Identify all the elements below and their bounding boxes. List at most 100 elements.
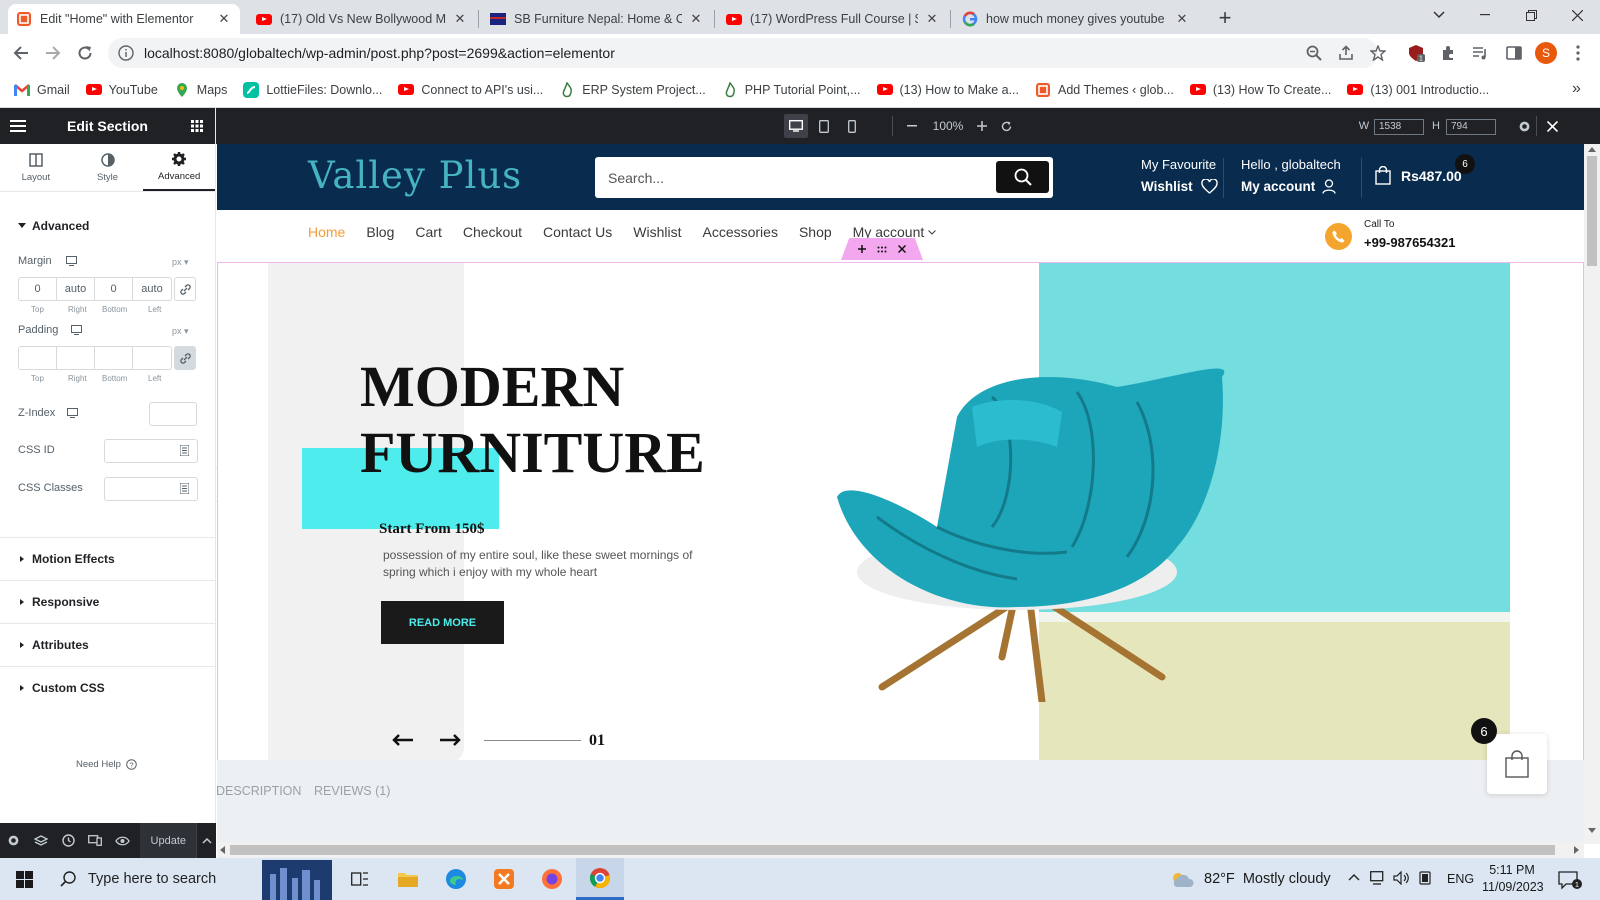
reload-icon[interactable] xyxy=(72,40,98,66)
close-icon[interactable]: ✕ xyxy=(452,11,468,27)
margin-right-input[interactable]: auto xyxy=(57,278,95,300)
navigator-layers-icon[interactable] xyxy=(27,823,54,858)
tab-advanced[interactable]: Advanced xyxy=(143,144,216,191)
header-cart[interactable]: Rs487.00 xyxy=(1375,166,1462,185)
bookmark-add-themes[interactable]: Add Themes ‹ glob... xyxy=(1035,82,1174,98)
profile-avatar[interactable]: S xyxy=(1534,41,1558,65)
bookmark-youtube[interactable]: YouTube xyxy=(85,82,158,98)
share-icon[interactable] xyxy=(1334,41,1358,65)
history-icon[interactable] xyxy=(54,823,81,858)
chevron-up-icon[interactable] xyxy=(1348,873,1360,881)
menu-kebab-icon[interactable] xyxy=(1566,41,1590,65)
system-clock[interactable]: 5:11 PM 11/09/2023 xyxy=(1482,862,1544,896)
delete-section-icon[interactable] xyxy=(897,245,906,253)
next-arrow-icon[interactable] xyxy=(439,734,461,746)
url-text[interactable]: localhost:8080/globaltech/wp-admin/post.… xyxy=(144,45,615,61)
widgets-grid-icon[interactable] xyxy=(191,120,203,132)
my-account-link[interactable]: My account xyxy=(1241,179,1336,194)
input-language[interactable]: ENG xyxy=(1447,872,1474,886)
site-info-icon[interactable] xyxy=(118,45,134,61)
edge-browser-icon[interactable] xyxy=(432,858,480,900)
dynamic-tags-icon[interactable] xyxy=(180,483,189,494)
bookmark-gmail[interactable]: Gmail xyxy=(14,82,70,98)
taskbar-search-box[interactable]: Type here to search xyxy=(48,858,334,900)
minimize-button[interactable] xyxy=(1462,0,1508,30)
vertical-scrollbar[interactable] xyxy=(1584,144,1600,844)
back-arrow-icon[interactable] xyxy=(8,40,34,66)
browser-tab-wordpress-course[interactable]: (17) WordPress Full Course | $300 ✕ xyxy=(718,4,948,34)
network-icon[interactable] xyxy=(1370,871,1387,885)
call-number[interactable]: +99-987654321 xyxy=(1364,235,1455,250)
floating-cart-button[interactable] xyxy=(1487,734,1547,794)
horizontal-scroll-thumb[interactable] xyxy=(230,845,1555,855)
attributes-section[interactable]: Attributes xyxy=(0,623,216,666)
mobile-view-icon[interactable] xyxy=(840,114,864,138)
menu-item-home[interactable]: Home xyxy=(308,224,345,240)
menu-item-blog[interactable]: Blog xyxy=(366,224,394,240)
motion-effects-section[interactable]: Motion Effects xyxy=(0,537,216,580)
padding-top-input[interactable] xyxy=(19,347,57,369)
bookmark-how-to-create[interactable]: (13) How To Create... xyxy=(1189,82,1331,98)
restore-button[interactable] xyxy=(1508,0,1554,30)
bookmark-connect-api[interactable]: Connect to API's usi... xyxy=(398,82,543,98)
menu-item-cart[interactable]: Cart xyxy=(415,224,441,240)
bookmark-lottiefiles[interactable]: LottieFiles: Downlo... xyxy=(243,81,382,98)
zoom-out-icon[interactable] xyxy=(902,114,922,138)
custom-css-section[interactable]: Custom CSS xyxy=(0,666,216,709)
vertical-scroll-thumb[interactable] xyxy=(1587,156,1597,266)
padding-left-input[interactable] xyxy=(133,347,171,369)
responsive-mode-icon[interactable] xyxy=(82,823,109,858)
desktop-device-icon[interactable] xyxy=(71,325,82,335)
zindex-input[interactable] xyxy=(149,402,197,426)
zoom-in-icon[interactable] xyxy=(972,114,992,138)
extension-shield-icon[interactable]: 1 xyxy=(1404,41,1428,65)
tablet-view-icon[interactable] xyxy=(812,114,836,138)
omnibox[interactable]: localhost:8080/globaltech/wp-admin/post.… xyxy=(108,38,1378,68)
drag-handle-icon[interactable] xyxy=(877,246,887,253)
forward-arrow-icon[interactable] xyxy=(40,40,66,66)
browser-tab-google-search[interactable]: how much money gives youtube ✕ xyxy=(954,4,1198,34)
bookmark-php-tutorial[interactable]: PHP Tutorial Point,... xyxy=(722,81,861,98)
side-panel-icon[interactable] xyxy=(1502,41,1526,65)
tab-reviews[interactable]: REVIEWS (1) xyxy=(314,784,390,798)
volume-icon[interactable] xyxy=(1393,871,1410,885)
close-icon[interactable]: ✕ xyxy=(1174,11,1190,27)
hamburger-menu-icon[interactable] xyxy=(10,120,26,132)
browser-tab-sb-furniture[interactable]: SB Furniture Nepal: Home & Offi ✕ xyxy=(482,4,712,34)
device-settings-gear-icon[interactable] xyxy=(1514,114,1534,138)
section-handle[interactable] xyxy=(841,238,923,260)
tab-search-chevron-icon[interactable] xyxy=(1416,0,1462,30)
close-icon[interactable]: ✕ xyxy=(688,11,704,27)
file-explorer-icon[interactable] xyxy=(384,858,432,900)
desktop-device-icon[interactable] xyxy=(67,408,78,418)
padding-right-input[interactable] xyxy=(57,347,95,369)
browser-tab-elementor[interactable]: Edit "Home" with Elementor ✕ xyxy=(8,4,240,34)
site-search-field[interactable]: Search... xyxy=(595,157,1053,198)
browser-tab-youtube-bollywood[interactable]: (17) Old Vs New Bollywood M ✕ xyxy=(248,4,476,34)
add-section-icon[interactable] xyxy=(858,245,867,253)
close-icon[interactable]: ✕ xyxy=(216,11,232,27)
bookmark-star-icon[interactable] xyxy=(1366,41,1390,65)
wishlist-link[interactable]: Wishlist xyxy=(1141,179,1218,194)
chevron-up-icon[interactable] xyxy=(196,823,215,858)
extensions-puzzle-icon[interactable] xyxy=(1436,41,1460,65)
bookmark-how-to-make[interactable]: (13) How to Make a... xyxy=(876,82,1019,98)
site-logo[interactable]: Valley Plus xyxy=(308,154,522,197)
width-input[interactable]: 1538 xyxy=(1374,119,1424,135)
update-button[interactable]: Update xyxy=(140,823,197,858)
new-tab-button[interactable]: + xyxy=(1212,5,1238,30)
bookmark-introduction[interactable]: (13) 001 Introductio... xyxy=(1347,82,1489,98)
menu-item-contact-us[interactable]: Contact Us xyxy=(543,224,612,240)
chrome-icon[interactable] xyxy=(576,858,624,900)
link-values-icon[interactable] xyxy=(174,277,196,301)
task-view-icon[interactable] xyxy=(336,858,384,900)
menu-item-wishlist[interactable]: Wishlist xyxy=(633,224,681,240)
read-more-button[interactable]: READ MORE xyxy=(381,601,504,644)
battery-icon[interactable] xyxy=(1418,871,1432,885)
close-icon[interactable]: ✕ xyxy=(924,11,940,27)
margin-left-input[interactable]: auto xyxy=(133,278,171,300)
menu-item-accessories[interactable]: Accessories xyxy=(702,224,777,240)
close-window-button[interactable] xyxy=(1554,0,1600,30)
menu-item-checkout[interactable]: Checkout xyxy=(463,224,522,240)
margin-bottom-input[interactable]: 0 xyxy=(95,278,133,300)
